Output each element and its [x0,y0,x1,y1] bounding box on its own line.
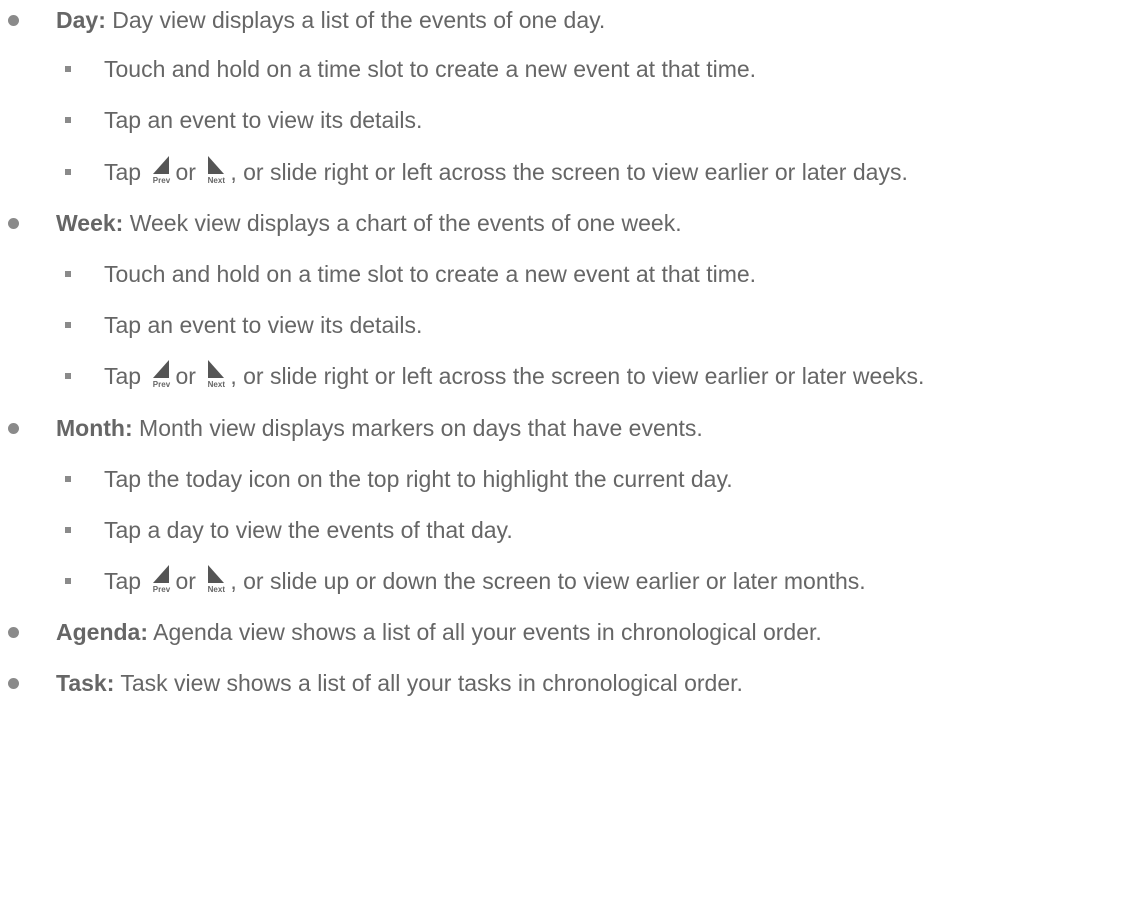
prev-caption: Prev [152,585,171,594]
nav-text-mid: or [175,568,196,594]
term-label: Day: [56,7,106,33]
list-item-week: Week: Week view displays a chart of the … [0,205,682,241]
sub-item-text: Touch and hold on a time slot to create … [104,261,757,287]
bullet [8,627,19,638]
nav-text-after: , or slide up or down the screen to view… [230,568,866,594]
list-item-agenda: Agenda: Agenda view shows a list of all … [0,614,822,650]
sub-item-text: Tap an event to view its details. [104,312,423,338]
nav-text-before: Tap [104,568,142,594]
help-document: Day: Day view displays a list of the eve… [0,0,1146,905]
item-description: Week view displays a chart of the events… [129,210,682,236]
sub-item-text: Tap the today icon on the top right to h… [104,466,733,492]
sub-item-text: Tap a day to view the events of that day… [104,517,513,543]
sub-item-nav: Tap Prev or Next , or slide right or lef… [0,358,924,394]
list-item-task: Task: Task view shows a list of all your… [0,665,743,701]
term-label: Agenda: [56,619,148,645]
sub-item: Tap an event to view its details. [0,102,422,138]
nav-text-mid: or [175,363,196,389]
list-item-month: Month: Month view displays markers on da… [0,410,703,446]
item-description: Task view shows a list of all your tasks… [120,670,743,696]
bullet [65,271,71,277]
next-arrow-icon: Next [205,358,227,390]
prev-arrow-icon: Prev [150,154,172,186]
bullet [8,423,19,434]
nav-text-before: Tap [104,159,142,185]
list-item-day: Day: Day view displays a list of the eve… [0,2,605,38]
sub-item: Tap a day to view the events of that day… [0,512,513,548]
prev-caption: Prev [152,380,171,389]
sub-item-nav: Tap Prev or Next , or slide up or down t… [0,563,866,599]
sub-item: Tap the today icon on the top right to h… [0,461,733,497]
sub-item-nav: Tap Prev or Next , or slide right or lef… [0,154,908,190]
item-description: Day view displays a list of the events o… [112,7,606,33]
nav-text-after: , or slide right or left across the scre… [230,159,908,185]
nav-text-before: Tap [104,363,142,389]
prev-arrow-icon: Prev [150,563,172,595]
bullet [65,527,71,533]
bullet [65,322,71,328]
next-arrow-icon: Next [205,154,227,186]
next-caption: Next [207,176,225,185]
next-caption: Next [207,380,225,389]
nav-text-mid: or [175,159,196,185]
next-caption: Next [207,585,225,594]
item-description: Agenda view shows a list of all your eve… [153,619,822,645]
sub-item: Touch and hold on a time slot to create … [0,51,756,87]
nav-text-after: , or slide right or left across the scre… [230,363,925,389]
bullet [8,678,19,689]
term-label: Month: [56,415,133,441]
bullet [8,15,19,26]
bullet [8,218,19,229]
prev-caption: Prev [152,176,171,185]
bullet [65,373,71,379]
item-description: Month view displays markers on days that… [139,415,703,441]
next-arrow-icon: Next [205,563,227,595]
prev-arrow-icon: Prev [150,358,172,390]
bullet [65,169,71,175]
sub-item-text: Tap an event to view its details. [104,107,423,133]
bullet [65,578,71,584]
term-label: Task: [56,670,115,696]
bullet [65,66,71,72]
sub-item: Touch and hold on a time slot to create … [0,256,756,292]
sub-item-text: Touch and hold on a time slot to create … [104,56,757,82]
term-label: Week: [56,210,124,236]
sub-item: Tap an event to view its details. [0,307,422,343]
bullet [65,476,71,482]
bullet [65,117,71,123]
